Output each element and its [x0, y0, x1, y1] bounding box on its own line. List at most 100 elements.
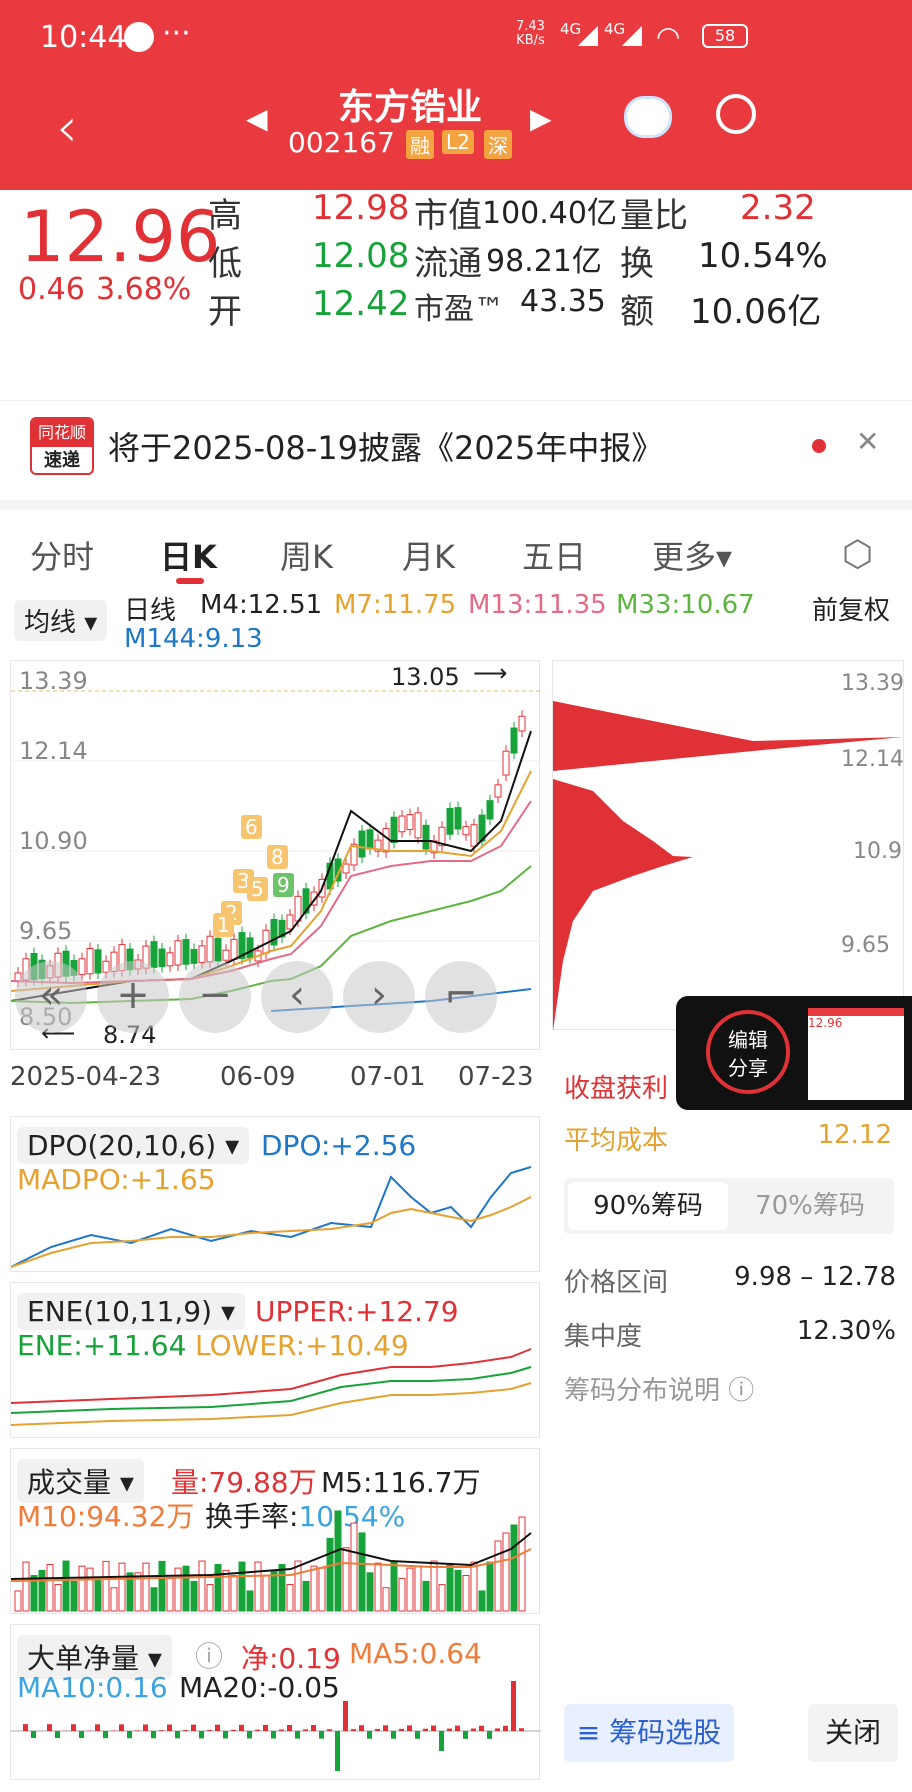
avg-cost-value: 12.12 [817, 1120, 892, 1150]
tab-five-day[interactable]: 五日 [522, 532, 586, 578]
next-stock-icon[interactable]: ▶ [530, 102, 552, 135]
chart-mark [86, 1567, 94, 1612]
chart-mark [86, 947, 94, 975]
prev-stock-icon[interactable]: ◀ [246, 102, 268, 135]
adjust-mode[interactable]: 前复权 [812, 590, 890, 627]
open-label: 开 [208, 292, 242, 332]
y-label: 9.65 [19, 917, 73, 945]
chart-mark [222, 949, 230, 961]
chart-mark [470, 1561, 478, 1612]
status-time: 10:44 [40, 20, 127, 55]
chart-mark [518, 1516, 526, 1612]
chart-mark [103, 1731, 108, 1739]
chip-pick-button[interactable]: ≡ 筹码选股 [564, 1704, 734, 1762]
chart-mark [422, 1580, 430, 1612]
kline-chart[interactable]: 13.39 12.14 10.90 9.65 8.50 13.05 ⟶ ⟵ 8.… [10, 659, 541, 1050]
ma-selector[interactable]: 均线 ▾ [14, 600, 108, 641]
chart-mark [495, 1728, 500, 1731]
chart-mark [486, 800, 494, 820]
back-icon[interactable]: ‹ [56, 96, 78, 159]
low-label: 低 [208, 244, 242, 284]
tab-daily-k[interactable]: 日K [160, 532, 217, 578]
status-bar: 10:44 ··· 7.43 KB/s 4G 4G ◠ 58 [0, 0, 912, 82]
chart-mark [319, 1731, 324, 1739]
chart-mark [14, 1590, 22, 1612]
chart-mark [238, 1561, 246, 1612]
share-thumbnail[interactable]: 12.96 [808, 1008, 904, 1100]
tab-more[interactable]: 更多▾ [652, 532, 732, 578]
chart-mark [358, 830, 366, 858]
scroll-left-button[interactable]: ‹ [261, 961, 333, 1033]
chart-mark [207, 1729, 212, 1731]
chart-mark [150, 1587, 158, 1612]
chart-mark [391, 1731, 396, 1739]
signal-marker[interactable]: 9 [273, 873, 294, 897]
chart-mark [462, 826, 470, 836]
range-label: 价格区间 [564, 1268, 669, 1298]
chart-mark [118, 1562, 126, 1612]
tab-intraday[interactable]: 分时 [30, 532, 94, 578]
search-icon[interactable] [716, 94, 756, 134]
chart-mark [462, 1574, 470, 1612]
chart-mark [263, 1724, 268, 1731]
robot-assistant-icon[interactable] [624, 96, 672, 138]
chart-mark [351, 1729, 356, 1731]
chart-mark [190, 1580, 198, 1612]
dpo-indicator[interactable]: DPO(20,10,6) ▾ DPO:+2.56 MADPO:+1.65 [10, 1116, 540, 1272]
notice-close-icon[interactable]: ✕ [856, 425, 879, 458]
tab-70-chip[interactable]: 70%筹码 [730, 1182, 890, 1230]
chip-info: 平均成本 12.12 90%筹码 70%筹码 价格区间 9.98 – 12.78… [552, 1110, 904, 1780]
low-value: 12.08 [312, 236, 410, 276]
open-value: 12.42 [312, 284, 410, 324]
date-label: 2025-04-23 [10, 1062, 162, 1092]
signal-marker[interactable]: 5 [247, 877, 268, 901]
chart-mark [158, 1560, 166, 1612]
signal-marker[interactable]: 8 [267, 845, 288, 869]
chart-mark [174, 940, 182, 966]
earnings-notice[interactable]: 同花顺 速递 将于2025-08-19披露《2025年中报》 ✕ [0, 400, 912, 492]
chart-mark [206, 935, 214, 963]
fullscreen-button[interactable]: ⌐ [425, 961, 497, 1033]
scroll-right-button[interactable]: › [343, 961, 415, 1033]
range-value: 9.98 – 12.78 [734, 1262, 896, 1292]
chart-mark [271, 1731, 276, 1739]
ene-indicator[interactable]: ENE(10,11,9) ▾ UPPER:+12.79 ENE:+11.64 L… [10, 1282, 540, 1438]
zoom-out-button[interactable]: − [179, 961, 251, 1033]
chart-mark [406, 1567, 414, 1612]
chart-mark [214, 937, 222, 962]
signal-marker[interactable]: 1 [213, 913, 234, 937]
share-floating-panel[interactable]: 编辑 分享 12.96 [676, 996, 912, 1110]
chip-close-button[interactable]: 关闭 [808, 1704, 898, 1762]
concentration-value: 12.30% [796, 1316, 896, 1346]
chart-mark [23, 1724, 28, 1731]
turnover-value: 10.54% [698, 236, 828, 276]
edit-share-button[interactable]: 编辑 分享 [706, 1010, 790, 1094]
chart-mark [102, 1560, 110, 1612]
big-order-indicator[interactable]: 大单净量 ▾ ⓘ 净:0.19 MA5:0.64 MA10:0.16 MA20:… [10, 1624, 541, 1780]
chart-mark [406, 814, 414, 831]
volume-indicator[interactable]: 成交量 ▾ 量:79.88万 M5:116.7万 M10:94.32万 换手率:… [10, 1448, 540, 1614]
chip-distribution-chart[interactable]: 13.39 12.14 10.9 9.65 [552, 660, 904, 1031]
chip-explain-link[interactable]: 筹码分布说明 ⓘ [564, 1370, 754, 1407]
chart-mark [182, 939, 190, 965]
zoom-fast-back-button[interactable]: « [15, 961, 87, 1033]
chart-mark [382, 828, 390, 853]
tab-90-chip[interactable]: 90%筹码 [568, 1182, 728, 1230]
chip-y-label: 13.39 [841, 671, 904, 696]
signal-marker[interactable]: 6 [241, 815, 262, 839]
chart-mark [158, 948, 166, 968]
ma-m7: M7:11.75 [334, 590, 457, 620]
ma-m33: M33:10.67 [616, 590, 755, 620]
chart-mark [383, 1725, 388, 1731]
concentration-label: 集中度 [564, 1322, 643, 1352]
date-label: 07-01 [350, 1062, 426, 1092]
settings-hexagon-icon[interactable]: ⬡ [842, 534, 873, 575]
chart-mark [247, 1731, 252, 1739]
tab-monthly-k[interactable]: 月K [402, 532, 455, 578]
chart-mark [55, 1731, 60, 1739]
chart-mark [71, 1724, 76, 1731]
chart-mark [367, 1731, 372, 1739]
zoom-in-button[interactable]: + [97, 961, 169, 1033]
tab-weekly-k[interactable]: 周K [280, 532, 333, 578]
chart-mark [198, 945, 206, 964]
